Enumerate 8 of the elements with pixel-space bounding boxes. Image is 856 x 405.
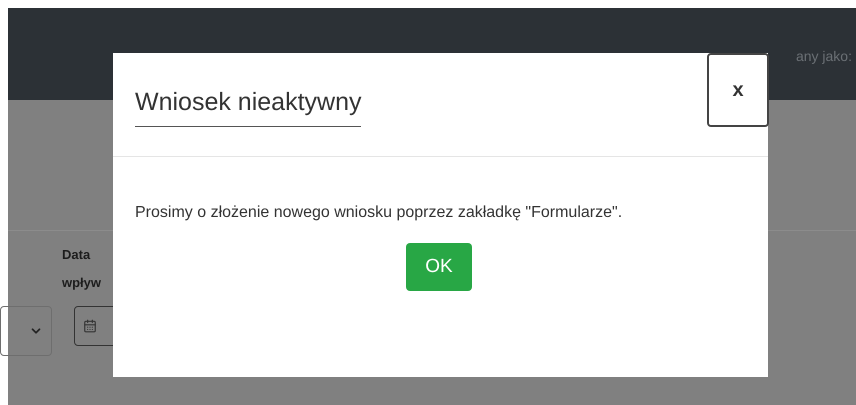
close-button[interactable]: x <box>707 53 769 127</box>
field-label: Data <box>62 246 92 264</box>
select-field[interactable] <box>0 306 52 356</box>
field-label: wpływ <box>62 274 102 292</box>
calendar-icon <box>83 319 97 333</box>
modal-message: Prosimy o złożenie nowego wniosku poprzez zakładkę "Formularze". <box>135 203 624 223</box>
user-label: any jako: <box>796 47 852 66</box>
modal-title: Wniosek nieaktywny <box>135 87 362 128</box>
